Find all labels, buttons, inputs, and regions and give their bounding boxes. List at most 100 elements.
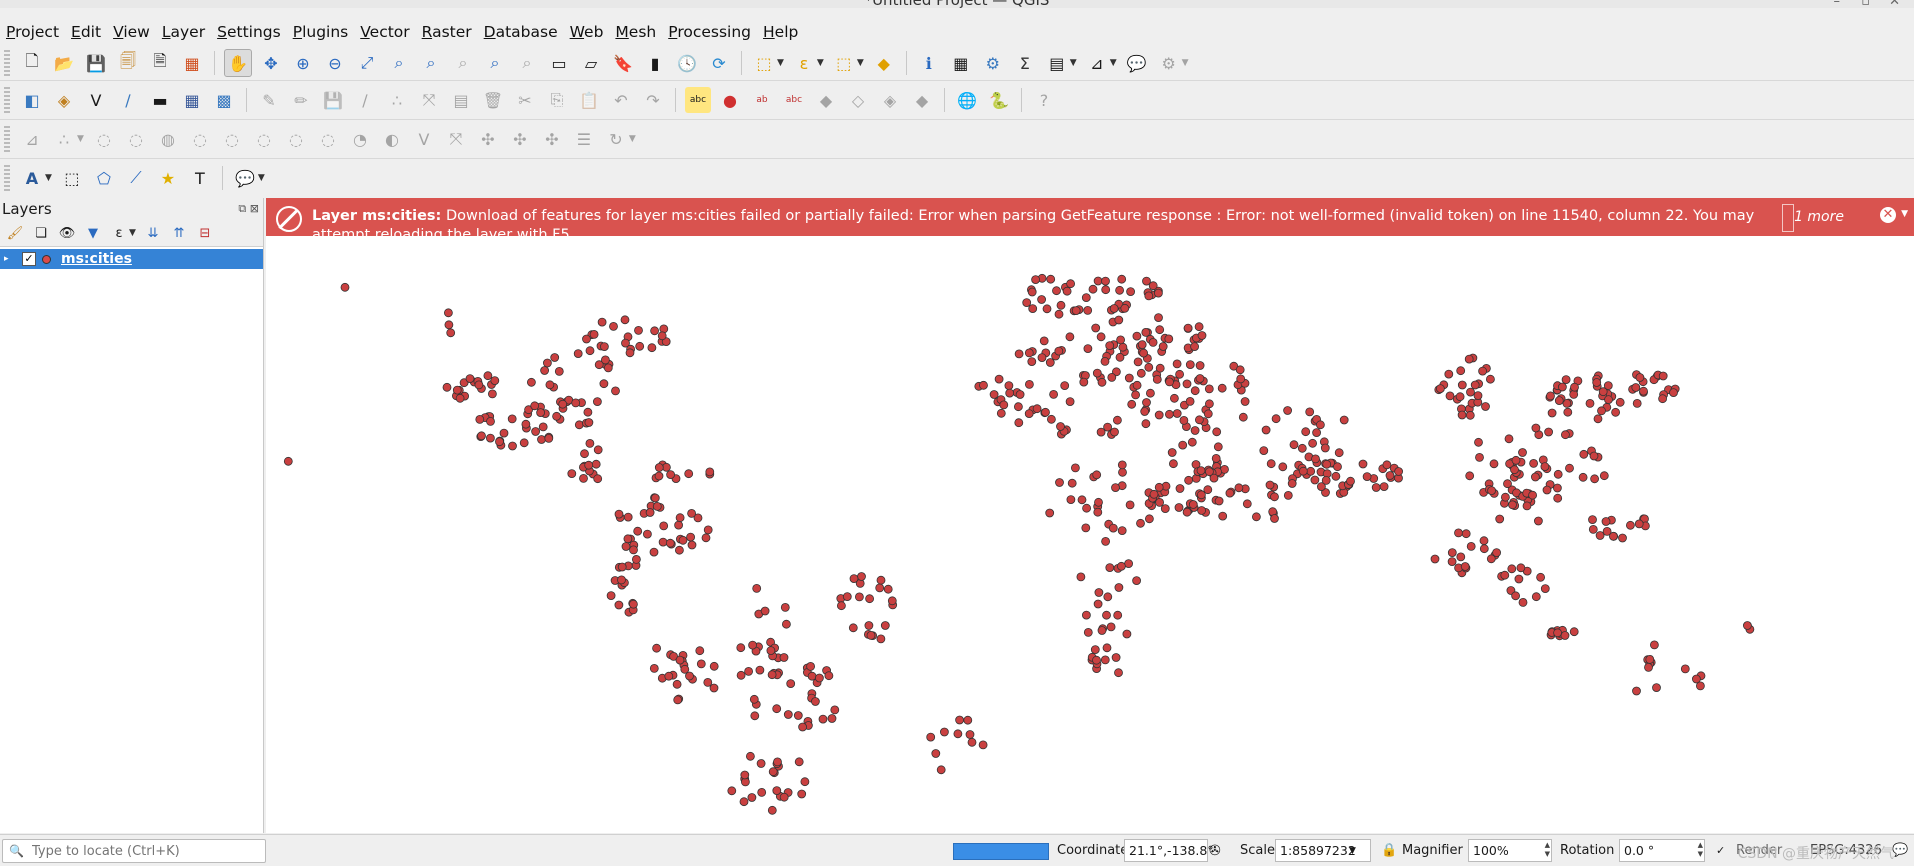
- deselect-icon[interactable]: ⬚: [831, 50, 857, 76]
- refresh-icon[interactable]: ⟳: [706, 50, 732, 76]
- advanced-digitizing-icon[interactable]: ⊿: [19, 126, 45, 152]
- delete-selected-icon[interactable]: 🗑: [480, 87, 506, 113]
- current-edits-icon[interactable]: ✎: [256, 87, 282, 113]
- map-tips-icon[interactable]: 💬: [1124, 50, 1150, 76]
- rotate-feature-icon[interactable]: ↻: [603, 126, 629, 152]
- toggle-editing-icon[interactable]: ✏: [288, 87, 314, 113]
- menu-processing[interactable]: Processing: [662, 23, 757, 41]
- paste-features-icon[interactable]: 📋: [576, 87, 602, 113]
- select-by-value-icon[interactable]: ε: [791, 50, 817, 76]
- map-canvas[interactable]: [266, 236, 1914, 833]
- chevron-down-icon[interactable]: ▼: [1182, 58, 1189, 68]
- rotate-symbols-icon[interactable]: ⤧: [443, 126, 469, 152]
- new-3d-view-icon[interactable]: ▱: [578, 50, 604, 76]
- merge-features-icon[interactable]: ◐: [379, 126, 405, 152]
- identify-icon[interactable]: ℹ: [916, 50, 942, 76]
- show-hide-labels-icon[interactable]: ◆: [813, 87, 839, 113]
- render-checkbox[interactable]: ✓: [1716, 844, 1725, 857]
- menu-layer[interactable]: Layer: [156, 23, 211, 41]
- show-bookmarks-icon[interactable]: ▮: [642, 50, 668, 76]
- digitize-line-icon[interactable]: ∕: [352, 87, 378, 113]
- align-icon[interactable]: ☰: [571, 126, 597, 152]
- chevron-down-icon[interactable]: ▼: [1110, 58, 1117, 68]
- split-features-icon[interactable]: ◌: [315, 126, 341, 152]
- maximize-icon[interactable]: ▫: [1861, 0, 1870, 8]
- chevron-down-icon[interactable]: ▼: [1070, 58, 1077, 68]
- zoom-last-icon[interactable]: ⌕: [482, 50, 508, 76]
- text-annotation-icon[interactable]: 💬: [232, 165, 258, 191]
- layer-visibility-checkbox[interactable]: ✓: [22, 252, 36, 266]
- open-project-icon[interactable]: 📂: [51, 50, 77, 76]
- panel-float-close-icons[interactable]: ⧉ ⊠: [238, 202, 259, 216]
- filter-expression-icon[interactable]: ε: [108, 222, 130, 244]
- new-shapefile-icon[interactable]: V: [83, 87, 109, 113]
- select-location-icon[interactable]: ◆: [871, 50, 897, 76]
- expand-arrow-icon[interactable]: ▸: [0, 254, 18, 264]
- spinner-arrows-icon[interactable]: ▲ ▼: [1698, 841, 1703, 859]
- pan-to-selection-icon[interactable]: ✥: [258, 50, 284, 76]
- close-message-icon[interactable]: ✕: [1880, 207, 1896, 223]
- lock-scale-icon[interactable]: 🔒: [1381, 843, 1397, 858]
- toolbox-icon[interactable]: ⚙: [980, 50, 1006, 76]
- add-part-icon[interactable]: ◌: [123, 126, 149, 152]
- chevron-down-icon[interactable]: ▼: [777, 58, 784, 68]
- chevron-down-icon[interactable]: ▼: [857, 58, 864, 68]
- pan-map-icon[interactable]: ✋: [224, 49, 252, 77]
- zoom-native-icon[interactable]: ⌕: [450, 50, 476, 76]
- messages-icon[interactable]: 💬: [1892, 843, 1908, 858]
- filter-legend-icon[interactable]: ▼: [82, 222, 104, 244]
- create-line-annotation-icon[interactable]: ⟋: [123, 165, 149, 191]
- create-marker-annotation-icon[interactable]: ★: [155, 165, 181, 191]
- statistics-icon[interactable]: Σ: [1012, 50, 1038, 76]
- chevron-down-icon[interactable]: ▼: [45, 173, 52, 183]
- minimize-icon[interactable]: –: [1834, 0, 1841, 8]
- diagram-tool-icon[interactable]: ●: [717, 87, 743, 113]
- remove-layer-icon[interactable]: ⊟: [194, 222, 216, 244]
- zoom-to-selection-icon[interactable]: ⌕: [386, 50, 412, 76]
- menu-settings[interactable]: Settings: [211, 23, 287, 41]
- menu-vector[interactable]: Vector: [354, 23, 415, 41]
- menu-view[interactable]: View: [107, 23, 156, 41]
- field-calculator-icon[interactable]: ▤: [1044, 50, 1070, 76]
- more-messages-link[interactable]: 1 more: [1794, 209, 1844, 225]
- magnifier-field[interactable]: 100% ▲ ▼: [1468, 839, 1552, 862]
- python-console-icon[interactable]: 🐍: [986, 87, 1012, 113]
- move-label-icon[interactable]: ◇: [845, 87, 871, 113]
- offset-curve-icon[interactable]: ◌: [283, 126, 309, 152]
- toggle-extents-icon[interactable]: ✇: [1209, 843, 1221, 859]
- rotate-label-icon[interactable]: ◈: [877, 87, 903, 113]
- menu-project[interactable]: Project: [0, 23, 65, 41]
- pin-labels-icon[interactable]: abc: [781, 87, 807, 113]
- zoom-to-layer-icon[interactable]: ⌕: [418, 50, 444, 76]
- temporal-controller-icon[interactable]: 🕓: [674, 50, 700, 76]
- help-icon[interactable]: ?: [1031, 87, 1057, 113]
- annotation-text-icon[interactable]: A: [19, 165, 45, 191]
- new-virtual-layer-icon[interactable]: ▬: [147, 87, 173, 113]
- new-map-view-icon[interactable]: ▭: [546, 50, 572, 76]
- chevron-down-icon[interactable]: ▼: [817, 58, 824, 68]
- toolbar-grip[interactable]: [4, 87, 10, 113]
- create-text-annotation-icon[interactable]: T: [187, 165, 213, 191]
- split-parts-icon[interactable]: ◔: [347, 126, 373, 152]
- save-as-icon[interactable]: 🗐: [115, 50, 141, 76]
- chevron-down-icon[interactable]: ▼: [1901, 209, 1908, 219]
- save-project-icon[interactable]: 💾: [83, 50, 109, 76]
- undo-icon[interactable]: ↶: [608, 87, 634, 113]
- menu-mesh[interactable]: Mesh: [609, 23, 662, 41]
- close-window-icon[interactable]: ✕: [1889, 0, 1900, 8]
- create-polygon-annotation-icon[interactable]: ⬠: [91, 165, 117, 191]
- toolbar-grip[interactable]: [4, 165, 10, 191]
- add-point-icon[interactable]: ∴: [384, 87, 410, 113]
- label-tool-icon[interactable]: abc: [685, 87, 711, 113]
- expand-all-icon[interactable]: ⇊: [142, 222, 164, 244]
- scale-field[interactable]: 1:85897232: [1275, 839, 1371, 862]
- menu-database[interactable]: Database: [478, 23, 564, 41]
- rotation-field[interactable]: 0.0 ° ▲ ▼: [1619, 839, 1705, 862]
- fill-ring-icon[interactable]: ◍: [155, 126, 181, 152]
- menu-web[interactable]: Web: [564, 23, 610, 41]
- print-layout-icon[interactable]: 🗎: [147, 50, 173, 76]
- chevron-down-icon[interactable]: ▼: [1349, 846, 1356, 856]
- new-project-icon[interactable]: 🗋: [19, 50, 45, 76]
- zoom-in-icon[interactable]: ⊕: [290, 50, 316, 76]
- toolbar-grip[interactable]: [4, 126, 10, 152]
